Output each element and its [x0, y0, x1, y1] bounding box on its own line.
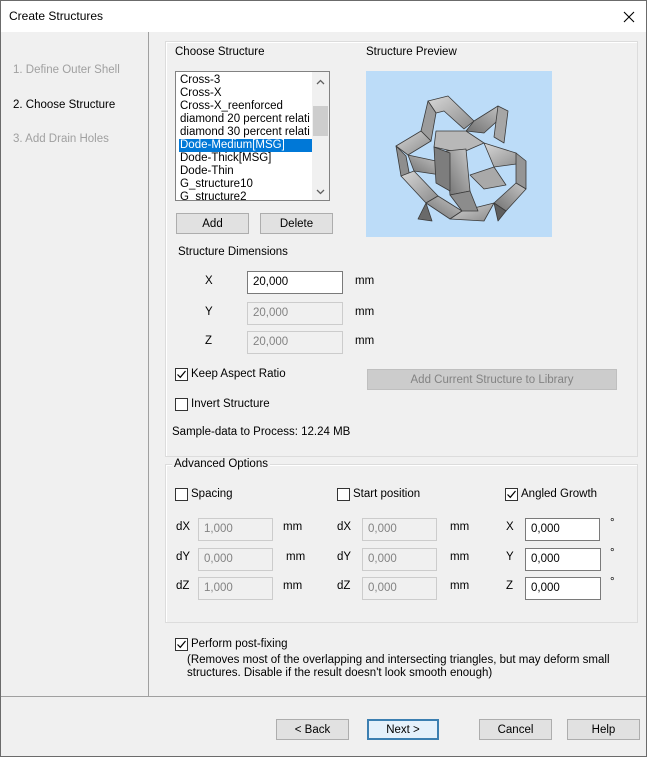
dim-y-unit: mm [355, 306, 375, 318]
scroll-up-button[interactable] [312, 73, 329, 90]
list-item[interactable]: G_structure2 [179, 191, 313, 200]
checkmark-icon [177, 640, 186, 649]
list-scrollbar[interactable] [312, 72, 329, 200]
structure-listbox[interactable]: Cross-3 Cross-X Cross-X_reenforced diamo… [175, 71, 330, 201]
add-to-library-button[interactable]: Add Current Structure to Library [367, 369, 617, 390]
checkmark-icon [177, 370, 186, 379]
cancel-button[interactable]: Cancel [479, 719, 552, 740]
start-dy-unit: mm [450, 551, 470, 563]
angle-z-unit: ° [610, 576, 615, 588]
list-item[interactable]: Cross-X_reenforced [179, 100, 313, 113]
chevron-down-icon [316, 189, 325, 194]
step-define-outer-shell: 1. Define Outer Shell [13, 64, 120, 76]
angle-x-input[interactable]: 0,000 [525, 518, 600, 541]
choose-structure-heading: Choose Structure [175, 46, 265, 58]
start-position-checkbox[interactable] [337, 488, 350, 501]
angle-z-label: Z [506, 580, 514, 592]
angle-y-label: Y [506, 551, 514, 563]
step-add-drain-holes: 3. Add Drain Holes [13, 133, 109, 145]
wizard-steps-sidebar: 1. Define Outer Shell 2. Choose Structur… [1, 32, 149, 696]
checkmark-icon [507, 490, 516, 499]
post-fixing-description-line1: (Removes most of the overlapping and int… [187, 654, 610, 666]
structure-preview-heading: Structure Preview [366, 46, 457, 58]
list-item[interactable]: Dode-Thin [179, 165, 313, 178]
spacing-dx-label: dX [176, 521, 191, 533]
angle-y-input[interactable]: 0,000 [525, 548, 601, 571]
dim-x-label: X [205, 275, 213, 287]
post-fixing-checkbox[interactable] [175, 638, 188, 651]
angle-x-unit: ° [610, 517, 615, 529]
keep-aspect-ratio-label: Keep Aspect Ratio [191, 368, 286, 380]
scroll-thumb[interactable] [313, 106, 328, 136]
invert-structure-checkbox[interactable] [175, 398, 188, 411]
scroll-down-button[interactable] [312, 183, 329, 200]
create-structures-dialog: Create Structures 1. Define Outer Shell … [0, 0, 647, 757]
spacing-label: Spacing [191, 488, 233, 500]
list-item-selected[interactable]: Dode-Medium[MSG] [179, 139, 313, 152]
list-item[interactable]: Cross-3 [179, 74, 313, 87]
dim-x-unit: mm [355, 275, 375, 287]
spacing-dy-unit: mm [286, 551, 306, 563]
spacing-dz-label: dZ [176, 580, 190, 592]
start-dy-input[interactable]: 0,000 [362, 548, 437, 571]
structure-preview [366, 71, 552, 237]
close-button[interactable] [612, 1, 646, 32]
keep-aspect-ratio-checkbox[interactable] [175, 368, 188, 381]
spacing-dy-label: dY [176, 551, 191, 563]
list-item[interactable]: G_structure10 [179, 178, 313, 191]
start-position-label: Start position [353, 488, 421, 500]
footer-divider [1, 696, 646, 697]
title-bar: Create Structures [1, 1, 646, 32]
dim-x-input[interactable]: 20,000 [247, 271, 343, 294]
delete-structure-button[interactable]: Delete [260, 213, 333, 234]
dim-z-unit: mm [355, 335, 375, 347]
advanced-options-heading: Advanced Options [172, 458, 270, 470]
list-item[interactable]: Cross-X [179, 87, 313, 100]
chevron-up-icon [316, 79, 325, 84]
angle-y-unit: ° [610, 547, 615, 559]
sample-data-size: Sample-data to Process: 12.24 MB [172, 426, 351, 438]
start-dz-unit: mm [450, 580, 470, 592]
step-choose-structure: 2. Choose Structure [13, 99, 116, 111]
post-fixing-label: Perform post-fixing [191, 638, 288, 650]
back-button[interactable]: < Back [276, 719, 349, 740]
close-icon [623, 11, 635, 22]
add-structure-button[interactable]: Add [176, 213, 249, 234]
spacing-dz-unit: mm [283, 580, 303, 592]
spacing-checkbox[interactable] [175, 488, 188, 501]
list-item[interactable]: Dode-Thick[MSG] [179, 152, 313, 165]
dim-z-label: Z [205, 335, 213, 347]
dim-z-input[interactable]: 20,000 [247, 331, 343, 354]
start-dx-input[interactable]: 0,000 [362, 518, 437, 541]
dim-y-input[interactable]: 20,000 [247, 302, 343, 325]
start-dx-label: dX [337, 521, 352, 533]
start-dz-input[interactable]: 0,000 [362, 577, 437, 600]
invert-structure-label: Invert Structure [191, 398, 270, 410]
spacing-dy-input[interactable]: 0,000 [198, 548, 273, 571]
spacing-dx-unit: mm [283, 521, 303, 533]
angled-growth-label: Angled Growth [521, 488, 598, 500]
start-dy-label: dY [337, 551, 352, 563]
window-title: Create Structures [9, 9, 104, 23]
next-button[interactable]: Next > [367, 719, 439, 740]
structure-dimensions-heading: Structure Dimensions [178, 246, 288, 258]
spacing-dz-input[interactable]: 1,000 [198, 577, 273, 600]
start-dx-unit: mm [450, 521, 470, 533]
angle-z-input[interactable]: 0,000 [525, 577, 601, 600]
dodecahedron-lattice-preview-image [395, 95, 527, 222]
list-item[interactable]: diamond 20 percent relati [179, 113, 313, 126]
post-fixing-description-line2: structures. Disable if the result doesn'… [187, 667, 493, 679]
angle-x-label: X [506, 521, 514, 533]
help-button[interactable]: Help [567, 719, 640, 740]
angled-growth-checkbox[interactable] [505, 488, 518, 501]
spacing-dx-input[interactable]: 1,000 [198, 518, 273, 541]
dim-y-label: Y [205, 306, 213, 318]
start-dz-label: dZ [337, 580, 351, 592]
list-item[interactable]: diamond 30 percent relati [179, 126, 313, 139]
